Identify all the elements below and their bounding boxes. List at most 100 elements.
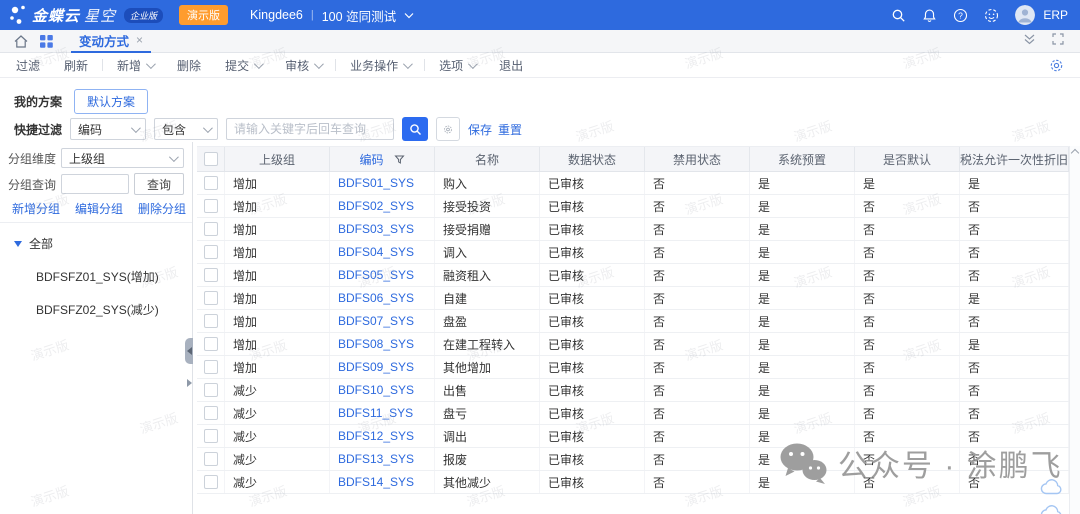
row-checkbox-cell[interactable]	[197, 448, 225, 470]
add-group-link[interactable]: 新增分组	[12, 200, 60, 217]
column-header[interactable]: 禁用状态	[645, 147, 750, 171]
row-checkbox-cell[interactable]	[197, 195, 225, 217]
code-link[interactable]: BDFS12_SYS	[330, 425, 435, 447]
row-checkbox[interactable]	[204, 337, 218, 351]
search-icon[interactable]	[891, 8, 906, 23]
row-checkbox[interactable]	[204, 314, 218, 328]
row-checkbox-cell[interactable]	[197, 310, 225, 332]
code-link[interactable]: BDFS04_SYS	[330, 241, 435, 263]
row-checkbox[interactable]	[204, 222, 218, 236]
row-checkbox-cell[interactable]	[197, 356, 225, 378]
fullscreen-icon[interactable]	[1052, 32, 1064, 50]
toolbar-button[interactable]: 刷新	[52, 57, 100, 74]
row-checkbox[interactable]	[204, 406, 218, 420]
row-checkbox[interactable]	[204, 245, 218, 259]
tree-item[interactable]: BDFSFZ01_SYS(增加)	[36, 268, 192, 285]
table-row[interactable]: 减少BDFS10_SYS出售已审核否是否否	[197, 379, 1069, 402]
code-link[interactable]: BDFS09_SYS	[330, 356, 435, 378]
row-checkbox-cell[interactable]	[197, 287, 225, 309]
group-search-input[interactable]	[61, 174, 129, 194]
table-row[interactable]: 增加BDFS02_SYS接受投资已审核否是否否	[197, 195, 1069, 218]
code-link[interactable]: BDFS13_SYS	[330, 448, 435, 470]
collapse-panel-handle[interactable]	[185, 338, 193, 364]
toolbar-button[interactable]: 业务操作	[338, 57, 422, 74]
table-row[interactable]: 增加BDFS06_SYS自建已审核否是否是	[197, 287, 1069, 310]
table-row[interactable]: 减少BDFS12_SYS调出已审核否是否否	[197, 425, 1069, 448]
operator-select[interactable]: 包含	[154, 118, 218, 140]
column-header[interactable]: 系统预置	[750, 147, 855, 171]
table-row[interactable]: 增加BDFS09_SYS其他增加已审核否是否否	[197, 356, 1069, 379]
bell-icon[interactable]	[922, 8, 937, 23]
toolbar-button[interactable]: 退出	[487, 57, 535, 74]
row-checkbox[interactable]	[204, 268, 218, 282]
row-checkbox[interactable]	[204, 383, 218, 397]
table-row[interactable]: 减少BDFS13_SYS报废已审核否是否否	[197, 448, 1069, 471]
toolbar-button[interactable]: 新增	[105, 57, 165, 74]
code-link[interactable]: BDFS02_SYS	[330, 195, 435, 217]
save-link[interactable]: 保存	[468, 121, 492, 138]
reset-link[interactable]: 重置	[498, 121, 522, 138]
row-checkbox[interactable]	[204, 429, 218, 443]
code-link[interactable]: BDFS03_SYS	[330, 218, 435, 240]
account-org-switcher[interactable]: Kingdee6 | 100 迩同测试	[250, 6, 414, 25]
table-row[interactable]: 增加BDFS07_SYS盘盈已审核否是否否	[197, 310, 1069, 333]
table-row[interactable]: 减少BDFS14_SYS其他减少已审核否是否否	[197, 471, 1069, 494]
default-scheme-button[interactable]: 默认方案	[74, 89, 148, 114]
row-checkbox-cell[interactable]	[197, 379, 225, 401]
tree-root-all[interactable]: 全部	[14, 235, 192, 252]
edit-group-link[interactable]: 编辑分组	[75, 200, 123, 217]
tab-change-method[interactable]: 变动方式 ×	[71, 30, 151, 53]
table-row[interactable]: 增加BDFS05_SYS融资租入已审核否是否否	[197, 264, 1069, 287]
apps-grid-icon[interactable]	[40, 35, 53, 48]
code-link[interactable]: BDFS05_SYS	[330, 264, 435, 286]
search-button[interactable]	[402, 117, 428, 141]
avatar[interactable]	[1015, 5, 1035, 25]
code-link[interactable]: BDFS11_SYS	[330, 402, 435, 424]
column-header[interactable]: 是否默认	[855, 147, 960, 171]
row-checkbox-cell[interactable]	[197, 425, 225, 447]
row-checkbox[interactable]	[204, 475, 218, 489]
cloud-icon-2[interactable]	[1040, 503, 1064, 514]
select-all-cell[interactable]	[197, 147, 225, 171]
feedback-smiley-icon[interactable]	[984, 8, 999, 23]
table-row[interactable]: 增加BDFS01_SYS购入已审核否是是是	[197, 172, 1069, 195]
column-header[interactable]: 编码	[330, 147, 435, 171]
home-icon[interactable]	[14, 35, 28, 48]
row-checkbox-cell[interactable]	[197, 218, 225, 240]
collapse-tabs-icon[interactable]	[1023, 32, 1036, 50]
table-row[interactable]: 增加BDFS04_SYS调入已审核否是否否	[197, 241, 1069, 264]
toolbar-button[interactable]: 提交	[213, 57, 273, 74]
row-checkbox-cell[interactable]	[197, 241, 225, 263]
scroll-up-icon[interactable]	[1071, 149, 1079, 157]
row-checkbox-cell[interactable]	[197, 172, 225, 194]
group-query-button[interactable]: 查询	[134, 173, 184, 195]
code-link[interactable]: BDFS01_SYS	[330, 172, 435, 194]
gear-icon[interactable]	[1049, 58, 1064, 73]
row-checkbox-cell[interactable]	[197, 333, 225, 355]
code-link[interactable]: BDFS06_SYS	[330, 287, 435, 309]
filter-settings-button[interactable]	[436, 117, 460, 141]
table-row[interactable]: 增加BDFS08_SYS在建工程转入已审核否是否是	[197, 333, 1069, 356]
delete-group-link[interactable]: 删除分组	[138, 200, 186, 217]
cloud-icon[interactable]	[1040, 477, 1064, 497]
table-row[interactable]: 增加BDFS03_SYS接受捐赠已审核否是否否	[197, 218, 1069, 241]
column-header[interactable]: 税法允许一次性折旧	[960, 147, 1069, 171]
tab-close-icon[interactable]: ×	[136, 33, 143, 47]
keyword-input[interactable]	[226, 118, 394, 140]
row-checkbox-cell[interactable]	[197, 264, 225, 286]
filter-funnel-icon[interactable]	[394, 154, 405, 165]
column-header[interactable]: 上级组	[225, 147, 330, 171]
toolbar-button[interactable]: 审核	[273, 57, 333, 74]
select-all-checkbox[interactable]	[204, 152, 218, 166]
column-header[interactable]: 数据状态	[540, 147, 645, 171]
help-icon[interactable]: ?	[953, 8, 968, 23]
row-checkbox[interactable]	[204, 291, 218, 305]
row-checkbox-cell[interactable]	[197, 402, 225, 424]
row-checkbox[interactable]	[204, 452, 218, 466]
toolbar-button[interactable]: 删除	[165, 57, 213, 74]
code-link[interactable]: BDFS14_SYS	[330, 471, 435, 493]
group-dimension-select[interactable]: 上级组	[61, 148, 184, 168]
row-checkbox[interactable]	[204, 360, 218, 374]
vertical-scrollbar[interactable]	[1069, 146, 1080, 514]
code-link[interactable]: BDFS08_SYS	[330, 333, 435, 355]
